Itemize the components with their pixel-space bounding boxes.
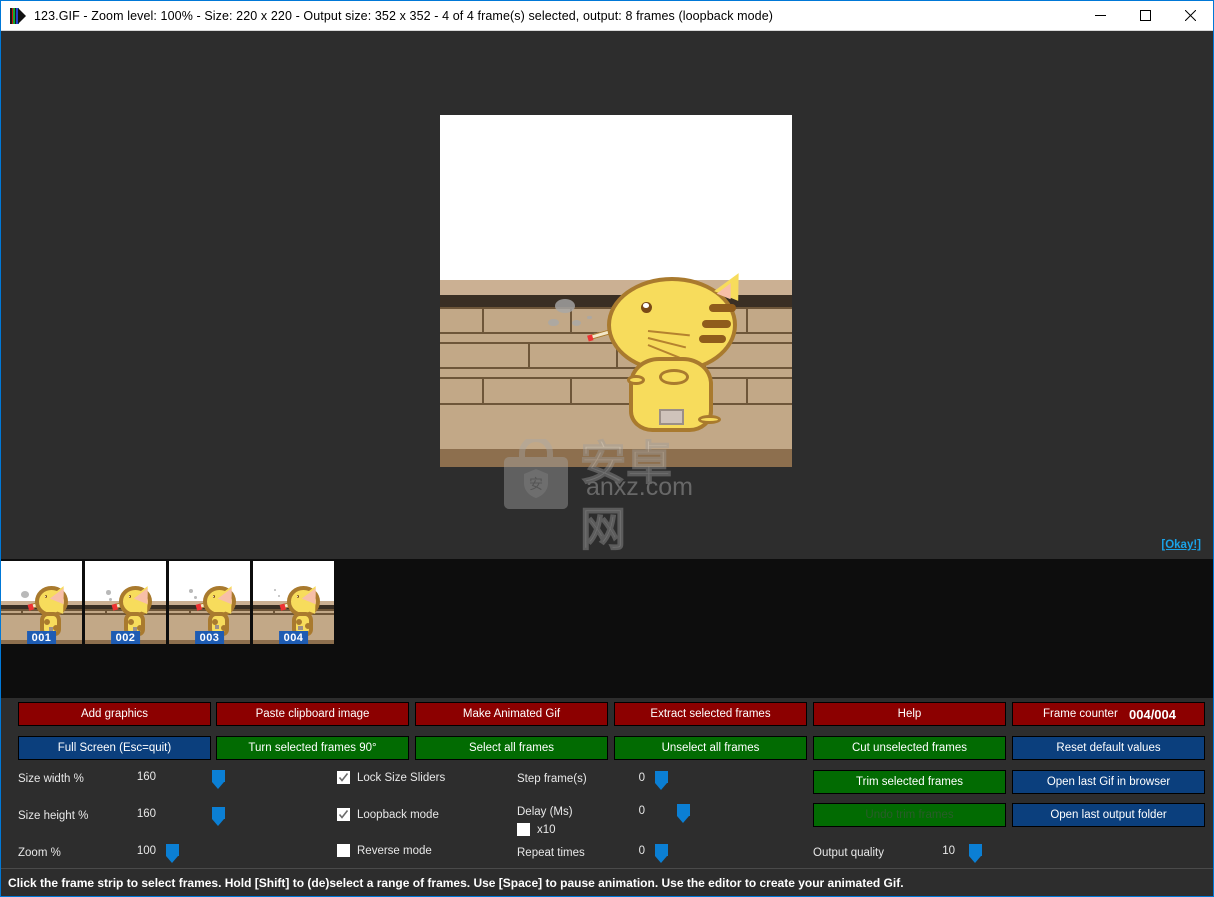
reverse-mode-checkbox[interactable]: Reverse mode <box>337 844 432 857</box>
scene-wall-base <box>440 449 792 467</box>
window-controls <box>1078 1 1213 31</box>
size-height-value: 160 <box>136 808 156 820</box>
size-width-label: Size width % <box>18 773 84 785</box>
close-button[interactable] <box>1168 1 1213 31</box>
size-width-slider[interactable]: 160 <box>137 769 319 791</box>
size-height-slider-thumb[interactable] <box>212 807 225 826</box>
delay-ms-slider-thumb[interactable] <box>677 804 690 823</box>
size-height-slider[interactable]: 160 <box>137 806 319 828</box>
svg-text:安: 安 <box>529 477 543 493</box>
preview-pane[interactable]: 安 安卓网 anxz.com [Okay!] <box>1 31 1213 559</box>
delay-x10-checkbox[interactable]: x10 <box>517 823 556 836</box>
output-quality-value: 10 <box>942 845 955 857</box>
help-button[interactable]: Help <box>813 702 1006 726</box>
size-width-slider-thumb[interactable] <box>212 770 225 789</box>
open-last-output-folder-button[interactable]: Open last output folder <box>1012 803 1205 827</box>
full-screen-button[interactable]: Full Screen (Esc=quit) <box>18 736 211 760</box>
delay-ms-label: Delay (Ms) <box>517 806 573 818</box>
step-frames-slider-thumb[interactable] <box>655 771 668 790</box>
lock-size-sliders-checkbox[interactable]: Lock Size Sliders <box>337 771 445 784</box>
frame-thumbnail[interactable]: 001 <box>1 561 82 644</box>
frame-label: 002 <box>110 631 141 644</box>
open-last-gif-button[interactable]: Open last Gif in browser <box>1012 770 1205 794</box>
gif-preview-canvas[interactable] <box>440 115 792 467</box>
extract-selected-frames-button[interactable]: Extract selected frames <box>614 702 807 726</box>
maximize-button[interactable] <box>1123 1 1168 31</box>
undo-trim-frames-button: Undo trim frames <box>813 803 1006 827</box>
window-title: 123.GIF - Zoom level: 100% - Size: 220 x… <box>34 8 774 23</box>
output-quality-label: Output quality <box>813 847 884 859</box>
frame-label: 003 <box>194 631 225 644</box>
frame-label: 001 <box>26 631 57 644</box>
add-graphics-button[interactable]: Add graphics <box>18 702 211 726</box>
step-frames-slider[interactable]: 0 <box>639 770 808 792</box>
delay-x10-label: x10 <box>537 823 556 836</box>
frame-counter-value: 004/004 <box>1129 706 1176 722</box>
frame-thumbnail[interactable]: 002 <box>85 561 166 644</box>
zoom-label: Zoom % <box>18 847 61 859</box>
reset-default-values-button[interactable]: Reset default values <box>1012 736 1205 760</box>
app-window: 123.GIF - Zoom level: 100% - Size: 220 x… <box>0 0 1214 897</box>
status-bar-text: Click the frame strip to select frames. … <box>8 875 904 890</box>
delay-ms-slider[interactable]: 0 <box>639 803 808 825</box>
repeat-times-slider-thumb[interactable] <box>655 844 668 863</box>
checkbox-box <box>337 808 350 821</box>
frame-label: 004 <box>278 631 309 644</box>
checkbox-box <box>337 771 350 784</box>
frame-counter: Frame counter 004/004 <box>1012 702 1205 726</box>
repeat-times-value: 0 <box>638 845 645 857</box>
cat-sprite <box>548 266 750 432</box>
frame-thumbnail[interactable]: 003 <box>169 561 250 644</box>
reverse-mode-label: Reverse mode <box>357 844 432 857</box>
loopback-mode-checkbox[interactable]: Loopback mode <box>337 808 439 821</box>
paste-clipboard-image-button[interactable]: Paste clipboard image <box>216 702 409 726</box>
step-frames-value: 0 <box>638 772 645 784</box>
checkbox-box <box>337 844 350 857</box>
frame-counter-label: Frame counter <box>1043 708 1118 720</box>
gif-player-icon <box>10 7 26 24</box>
frame-thumbnail[interactable]: 004 <box>253 561 334 644</box>
output-quality-slider-thumb[interactable] <box>969 844 982 863</box>
title-bar: 123.GIF - Zoom level: 100% - Size: 220 x… <box>1 1 1213 31</box>
turn-selected-frames-button[interactable]: Turn selected frames 90° <box>216 736 409 760</box>
size-width-value: 160 <box>136 771 156 783</box>
size-height-label: Size height % <box>18 810 89 822</box>
cut-unselected-frames-button[interactable]: Cut unselected frames <box>813 736 1006 760</box>
delay-ms-value: 0 <box>638 805 645 817</box>
scene-sky <box>440 115 792 281</box>
okay-link[interactable]: [Okay!] <box>1161 539 1201 551</box>
loopback-mode-label: Loopback mode <box>357 808 439 821</box>
checkbox-box <box>517 823 530 836</box>
trim-selected-frames-button[interactable]: Trim selected frames <box>813 770 1006 794</box>
controls-panel: Add graphics Paste clipboard image Make … <box>1 698 1213 868</box>
make-animated-gif-button[interactable]: Make Animated Gif <box>415 702 608 726</box>
lock-size-sliders-label: Lock Size Sliders <box>357 771 446 784</box>
step-frames-label: Step frame(s) <box>517 773 587 785</box>
select-all-frames-button[interactable]: Select all frames <box>415 736 608 760</box>
repeat-times-slider[interactable]: 0 <box>639 843 808 865</box>
zoom-slider[interactable]: 100 <box>137 843 319 865</box>
status-bar: Click the frame strip to select frames. … <box>1 868 1213 896</box>
zoom-value: 100 <box>136 845 156 857</box>
watermark-url-text: anxz.com <box>586 473 693 501</box>
minimize-button[interactable] <box>1078 1 1123 31</box>
repeat-times-label: Repeat times <box>517 847 585 859</box>
unselect-all-frames-button[interactable]: Unselect all frames <box>614 736 807 760</box>
output-quality-slider[interactable]: 10 <box>942 843 1118 865</box>
frame-strip[interactable]: 001 002 003 004 <box>1 559 1213 698</box>
zoom-slider-thumb[interactable] <box>166 844 179 863</box>
